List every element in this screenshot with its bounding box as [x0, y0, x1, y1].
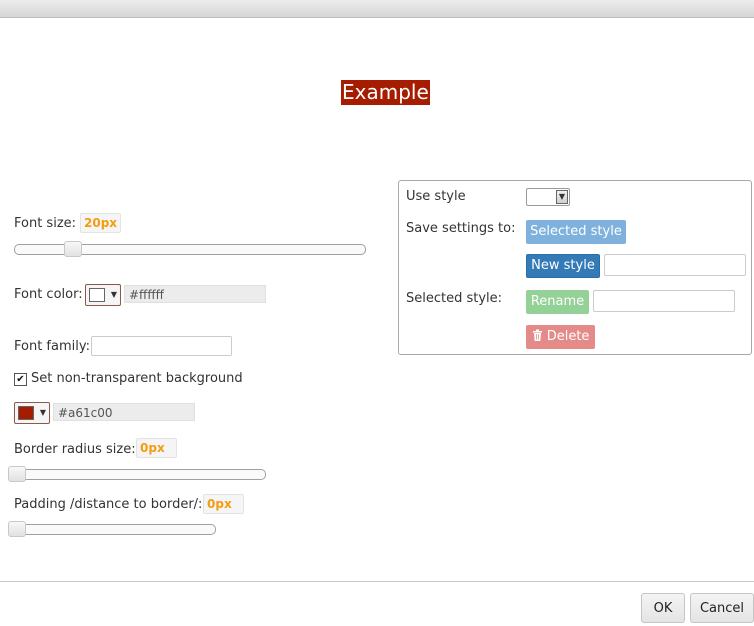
cancel-button[interactable]: Cancel	[690, 593, 754, 623]
padding-label: Padding /distance to border/:	[14, 497, 203, 512]
delete-button-label: Delete	[546, 329, 590, 344]
trash-icon	[532, 329, 542, 341]
background-checkbox[interactable]: ✔	[14, 373, 27, 386]
footer-divider	[0, 581, 754, 582]
background-checkbox-label: Set non-transparent background	[31, 371, 243, 386]
selected-style-button[interactable]: Selected style	[526, 220, 626, 244]
dialog-titlebar[interactable]	[0, 0, 754, 18]
chevron-down-icon: ▼	[110, 290, 117, 299]
background-hex-field[interactable]: #a61c00	[53, 403, 195, 421]
selected-style-label: Selected style:	[406, 291, 503, 306]
ok-button[interactable]: OK	[641, 593, 685, 623]
rename-button[interactable]: Rename	[526, 290, 589, 314]
chevron-down-icon: ▼	[556, 190, 568, 204]
chevron-down-icon: ▼	[39, 408, 46, 417]
preview-text: Example	[341, 80, 430, 105]
border-radius-value: 0px	[136, 438, 177, 458]
new-style-button[interactable]: New style	[526, 254, 600, 278]
delete-button[interactable]: Delete	[526, 325, 595, 349]
use-style-label: Use style	[406, 189, 466, 204]
font-size-slider-handle[interactable]	[64, 241, 82, 257]
use-style-select[interactable]: ▼	[526, 188, 570, 206]
font-size-value: 20px	[80, 213, 122, 233]
border-radius-label: Border radius size:	[14, 442, 136, 457]
font-family-input[interactable]	[91, 336, 232, 356]
font-size-label: Font size:	[14, 216, 77, 231]
rename-style-input[interactable]	[593, 290, 735, 312]
style-panel: Use style ▼ Save settings to: Selected s…	[398, 180, 752, 355]
new-style-name-input[interactable]	[604, 254, 746, 276]
font-color-hex-field[interactable]: #ffffff	[124, 285, 266, 303]
font-color-label: Font color:	[14, 287, 83, 302]
font-family-label: Font family:	[14, 339, 90, 354]
background-color-picker[interactable]: ▼	[14, 402, 50, 424]
padding-slider-handle[interactable]	[8, 521, 26, 537]
font-color-swatch	[89, 288, 105, 302]
border-radius-slider-handle[interactable]	[8, 466, 26, 482]
padding-value: 0px	[203, 494, 244, 514]
background-color-swatch	[18, 406, 34, 420]
padding-slider[interactable]	[8, 524, 216, 535]
border-radius-slider[interactable]	[8, 469, 266, 480]
font-color-picker[interactable]: ▼	[85, 284, 121, 306]
save-settings-label: Save settings to:	[406, 221, 516, 236]
